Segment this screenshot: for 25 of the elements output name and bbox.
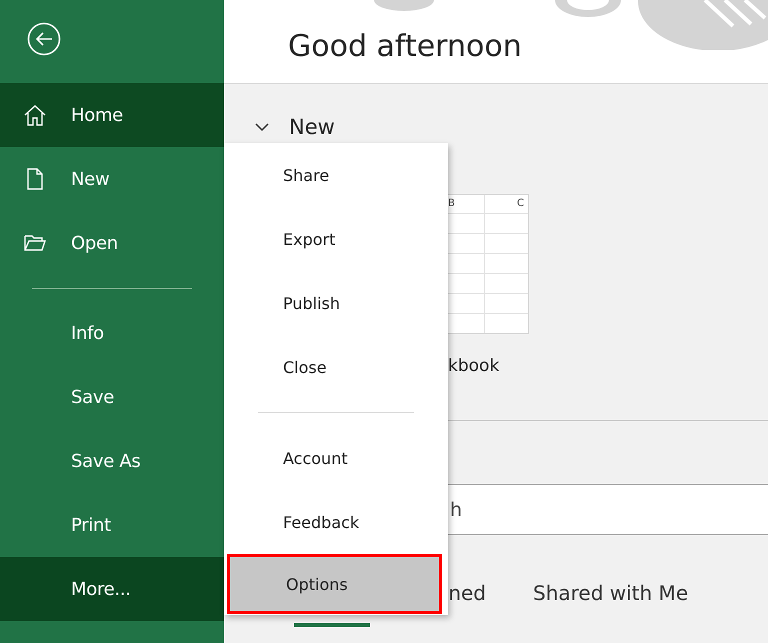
template-label: kbook (448, 356, 500, 376)
menu-item[interactable]: Feedback (224, 490, 448, 554)
sidebar-item[interactable]: New (0, 147, 224, 211)
menu-item[interactable]: Close (224, 335, 448, 399)
sidebar-item[interactable]: Info (0, 301, 224, 365)
column-header: C (516, 197, 525, 211)
menu-item[interactable]: Account (224, 426, 448, 490)
sidebar-item[interactable]: Open (0, 211, 224, 275)
menu-item[interactable]: Share (224, 143, 448, 207)
menu-item[interactable]: Export (224, 207, 448, 271)
menu-item[interactable]: Publish (224, 271, 448, 335)
sidebar-item[interactable]: Print (0, 493, 224, 557)
search-field[interactable]: h (448, 484, 768, 535)
section-title: New (289, 115, 335, 139)
sidebar-item[interactable]: Save (0, 365, 224, 429)
back-icon[interactable] (27, 22, 61, 56)
menu-item[interactable]: Options (227, 554, 442, 614)
sidebar-item[interactable]: Home (0, 83, 224, 147)
sidebar-item[interactable]: More... (0, 557, 224, 621)
chevron-icon[interactable] (255, 122, 269, 132)
sidebar-item[interactable]: Save As (0, 429, 224, 493)
home-icon (22, 103, 46, 127)
workbook-thumbnail[interactable]: B C (448, 194, 529, 334)
greeting-heading: Good afternoon (288, 30, 522, 64)
tab[interactable]: Shared with Me (533, 581, 688, 627)
